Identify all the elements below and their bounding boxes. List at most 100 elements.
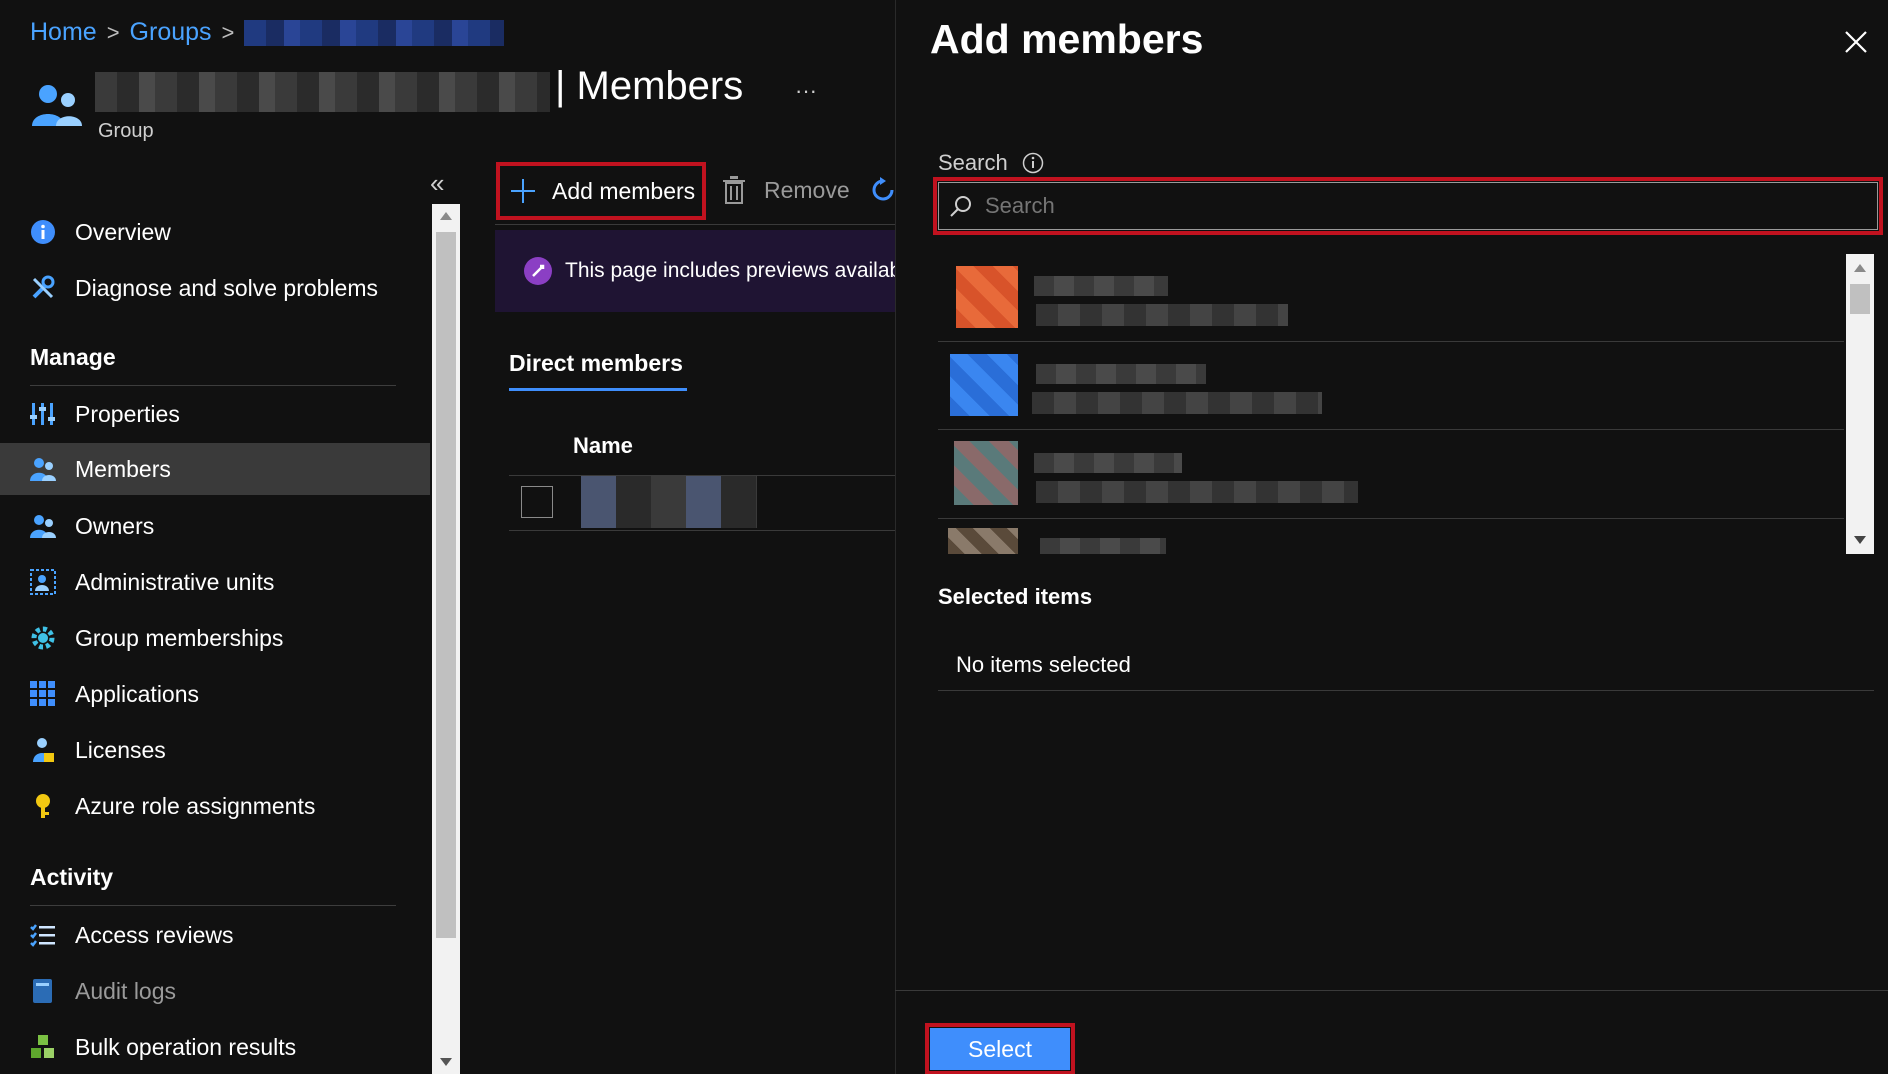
- cubes-icon: [30, 1034, 56, 1060]
- list-item[interactable]: [938, 520, 1844, 554]
- sidebar-item-label: Properties: [75, 400, 180, 427]
- no-items-selected-text: No items selected: [956, 652, 1131, 677]
- remove-button[interactable]: Remove: [722, 176, 850, 204]
- sidebar-item-label: Applications: [75, 680, 200, 707]
- section-heading-manage: Manage: [30, 344, 116, 370]
- preview-banner-text: This page includes previews availab: [565, 259, 895, 282]
- sidebar-item-owners[interactable]: Owners: [0, 500, 430, 552]
- sidebar-item-audit-logs[interactable]: Audit logs: [0, 965, 430, 1017]
- results-scrollbar[interactable]: [1846, 254, 1874, 554]
- panel-footer-divider: [895, 990, 1888, 991]
- search-input[interactable]: [983, 192, 1877, 220]
- sidebar-item-label: Members: [75, 455, 171, 482]
- info-icon[interactable]: [1022, 152, 1044, 174]
- member-email-redacted: [1032, 392, 1322, 414]
- sidebar-item-applications[interactable]: Applications: [0, 668, 430, 720]
- info-icon: [30, 219, 56, 245]
- tab-direct-members[interactable]: Direct members: [509, 350, 683, 377]
- breadcrumb: Home > Groups >: [30, 18, 505, 47]
- sidebar-item-diagnose[interactable]: Diagnose and solve problems: [0, 262, 430, 314]
- sidebar-item-licenses[interactable]: Licenses: [0, 724, 430, 776]
- sidebar-item-label: Administrative units: [75, 568, 275, 595]
- wrench-icon: [30, 275, 56, 301]
- sidebar-item-label: Azure role assignments: [75, 792, 316, 819]
- sidebar-item-label: Group memberships: [75, 624, 284, 651]
- breadcrumb-group-redacted[interactable]: [244, 19, 505, 46]
- breadcrumb-separator: >: [106, 19, 120, 45]
- checklist-icon: [30, 922, 56, 948]
- member-email-redacted: [1036, 481, 1358, 503]
- scroll-down-arrow-icon[interactable]: [440, 1058, 452, 1066]
- scroll-up-arrow-icon[interactable]: [440, 212, 452, 220]
- sidebar-item-label: Owners: [75, 512, 155, 539]
- avatar: [954, 441, 1018, 505]
- search-icon: [949, 194, 973, 218]
- list-item[interactable]: [938, 342, 1844, 430]
- selected-items-divider: [938, 690, 1874, 691]
- table-header-name[interactable]: Name: [573, 433, 633, 459]
- member-name-redacted: [1034, 276, 1168, 296]
- member-name-redacted: [1040, 538, 1166, 554]
- sidebar-item-group-memberships[interactable]: Group memberships: [0, 612, 430, 664]
- gear-icon: [30, 625, 56, 651]
- sidebar-item-label: Licenses: [75, 736, 166, 763]
- trash-icon: [722, 176, 746, 204]
- add-members-button[interactable]: Add members: [496, 162, 706, 220]
- page-title: | Members: [555, 64, 744, 108]
- member-name-redacted[interactable]: [581, 476, 757, 528]
- scroll-down-arrow-icon[interactable]: [1854, 536, 1866, 544]
- breadcrumb-home[interactable]: Home: [30, 18, 97, 47]
- member-name-redacted: [1034, 453, 1182, 473]
- tab-label: Direct members: [509, 350, 683, 376]
- plus-icon: [510, 178, 536, 204]
- owners-icon: [30, 513, 56, 539]
- group-name-redacted: [95, 72, 550, 112]
- more-options-button[interactable]: ···: [795, 78, 817, 104]
- breadcrumb-groups[interactable]: Groups: [130, 18, 212, 47]
- search-label-text: Search: [938, 150, 1008, 175]
- sidebar-item-overview[interactable]: Overview: [0, 206, 430, 258]
- table-row-divider: [509, 530, 895, 531]
- scroll-up-arrow-icon[interactable]: [1854, 264, 1866, 272]
- scrollbar-thumb[interactable]: [1850, 284, 1870, 314]
- sidebar-scrollbar[interactable]: [432, 204, 460, 1074]
- admin-units-icon: [30, 569, 56, 595]
- member-name-redacted: [1036, 364, 1206, 384]
- page-subtitle: Group: [98, 120, 154, 142]
- add-members-label: Add members: [552, 177, 696, 204]
- remove-label: Remove: [764, 176, 850, 203]
- collapse-sidebar-button[interactable]: «: [430, 168, 444, 199]
- list-item[interactable]: [938, 254, 1844, 342]
- tab-active-indicator: [509, 388, 687, 391]
- close-icon[interactable]: [1844, 30, 1868, 54]
- search-field[interactable]: [933, 177, 1883, 235]
- divider: [30, 385, 396, 386]
- sidebar-item-members[interactable]: Members: [0, 443, 430, 495]
- divider: [30, 905, 396, 906]
- avatar: [956, 266, 1018, 328]
- sidebar-item-administrative-units[interactable]: Administrative units: [0, 556, 430, 608]
- avatar: [950, 354, 1018, 416]
- members-icon: [30, 456, 56, 482]
- row-checkbox[interactable]: [521, 486, 553, 518]
- breadcrumb-separator: >: [221, 19, 235, 45]
- toolbar-divider: [495, 224, 895, 225]
- scrollbar-thumb[interactable]: [436, 232, 456, 938]
- license-icon: [30, 737, 56, 763]
- grid-icon: [30, 681, 56, 707]
- sidebar-item-properties[interactable]: Properties: [0, 388, 430, 440]
- select-button[interactable]: Select: [925, 1023, 1075, 1074]
- sidebar-item-access-reviews[interactable]: Access reviews: [0, 909, 430, 961]
- member-email-redacted: [1036, 304, 1288, 326]
- sidebar-item-bulk-operation-results[interactable]: Bulk operation results: [0, 1021, 430, 1073]
- sidebar-item-azure-role-assignments[interactable]: Azure role assignments: [0, 780, 430, 832]
- key-icon: [30, 793, 56, 819]
- book-icon: [30, 978, 56, 1004]
- sidebar-item-label: Bulk operation results: [75, 1033, 297, 1060]
- rocket-icon: [523, 256, 553, 286]
- search-label: Search: [938, 150, 1044, 176]
- refresh-icon[interactable]: [870, 176, 896, 204]
- avatar: [948, 528, 1018, 554]
- list-item[interactable]: [938, 431, 1844, 519]
- sidebar-item-label: Diagnose and solve problems: [75, 274, 379, 301]
